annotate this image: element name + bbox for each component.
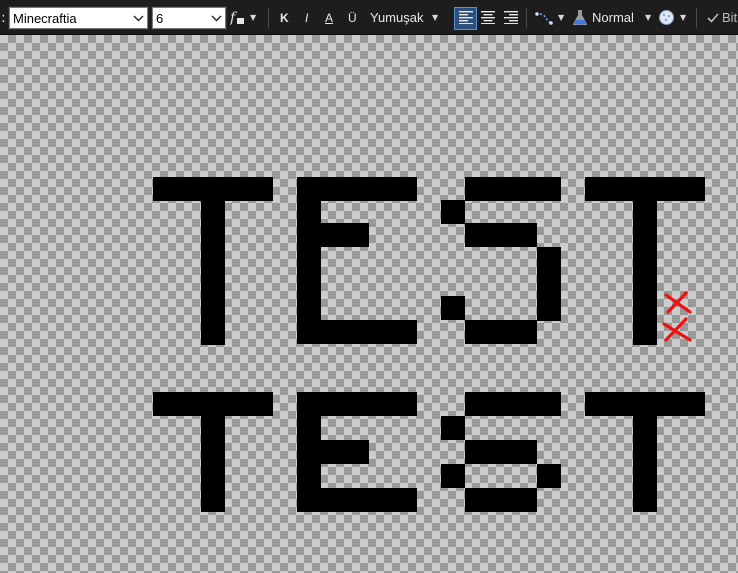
font-size-combo[interactable]: 6 bbox=[151, 6, 227, 30]
letter-s-right bbox=[537, 247, 561, 321]
red-x-marks bbox=[662, 291, 692, 342]
bold-button[interactable]: K bbox=[280, 0, 289, 35]
antialias-dropdown[interactable]: Yumuşak bbox=[370, 0, 423, 35]
letter-s-bottom bbox=[465, 488, 537, 512]
letter-e-bottom bbox=[297, 488, 417, 512]
letter-s-top bbox=[465, 392, 561, 416]
letter-s-middle bbox=[465, 223, 537, 247]
font-family-combo[interactable]: Minecraftia bbox=[8, 6, 149, 30]
caret-down-icon[interactable]: ▼ bbox=[250, 0, 256, 35]
caret-down-icon[interactable]: ▼ bbox=[645, 0, 651, 35]
italic-button[interactable]: I bbox=[305, 0, 308, 35]
align-right-icon[interactable] bbox=[503, 0, 519, 35]
letter-t-stem bbox=[201, 392, 225, 512]
letter-t-stem bbox=[633, 177, 657, 345]
blend-mode-dropdown[interactable]: Normal bbox=[592, 0, 634, 35]
text-path-icon[interactable] bbox=[534, 0, 554, 35]
letter-s-upper-left bbox=[441, 416, 465, 440]
flask-icon[interactable] bbox=[571, 0, 589, 35]
letter-s-lower-right bbox=[537, 464, 561, 488]
letter-s-upper-left bbox=[441, 200, 465, 224]
letter-e-bottom bbox=[297, 320, 417, 344]
letter-e-middle bbox=[297, 223, 369, 247]
font-label: : bbox=[1, 9, 6, 26]
font-family-value[interactable]: Minecraftia bbox=[10, 11, 129, 26]
underline-button[interactable]: A bbox=[325, 0, 333, 35]
align-center-icon[interactable] bbox=[480, 0, 496, 35]
caret-down-icon[interactable]: ▼ bbox=[680, 0, 686, 35]
strikethrough-button[interactable]: Ü bbox=[348, 0, 357, 35]
svg-text:f: f bbox=[230, 10, 238, 26]
letter-s-lower-left bbox=[441, 296, 465, 320]
transparent-canvas[interactable] bbox=[0, 35, 738, 573]
chevron-down-icon[interactable] bbox=[207, 8, 225, 28]
font-size-value[interactable]: 6 bbox=[153, 11, 207, 26]
letter-e-top bbox=[297, 177, 417, 201]
text-toolbar: : Minecraftia 6 f ▼ K I A Ü Yumuşak ▼ ▼ … bbox=[0, 0, 738, 35]
letter-t-stem bbox=[201, 177, 225, 345]
separator bbox=[526, 8, 527, 28]
font-select-icon[interactable]: f bbox=[229, 0, 247, 35]
letter-s-bottom bbox=[465, 320, 537, 344]
letter-t-stem bbox=[633, 392, 657, 512]
letter-e-stem bbox=[297, 177, 321, 344]
fill-pattern-icon[interactable] bbox=[657, 0, 675, 35]
chevron-down-icon[interactable] bbox=[129, 8, 147, 28]
letter-s-top bbox=[465, 177, 561, 201]
letter-e-top bbox=[297, 392, 417, 416]
caret-down-icon[interactable]: ▼ bbox=[558, 0, 564, 35]
align-left-icon[interactable] bbox=[457, 0, 475, 35]
separator bbox=[268, 8, 269, 28]
caret-down-icon[interactable]: ▼ bbox=[432, 0, 438, 35]
letter-s-middle bbox=[465, 440, 537, 464]
letter-e-middle bbox=[297, 440, 369, 464]
letter-s-lower-left bbox=[441, 464, 465, 488]
separator bbox=[696, 8, 697, 28]
bitmap-toggle[interactable]: Bit bbox=[722, 0, 737, 35]
checkmark-icon[interactable] bbox=[706, 0, 720, 35]
